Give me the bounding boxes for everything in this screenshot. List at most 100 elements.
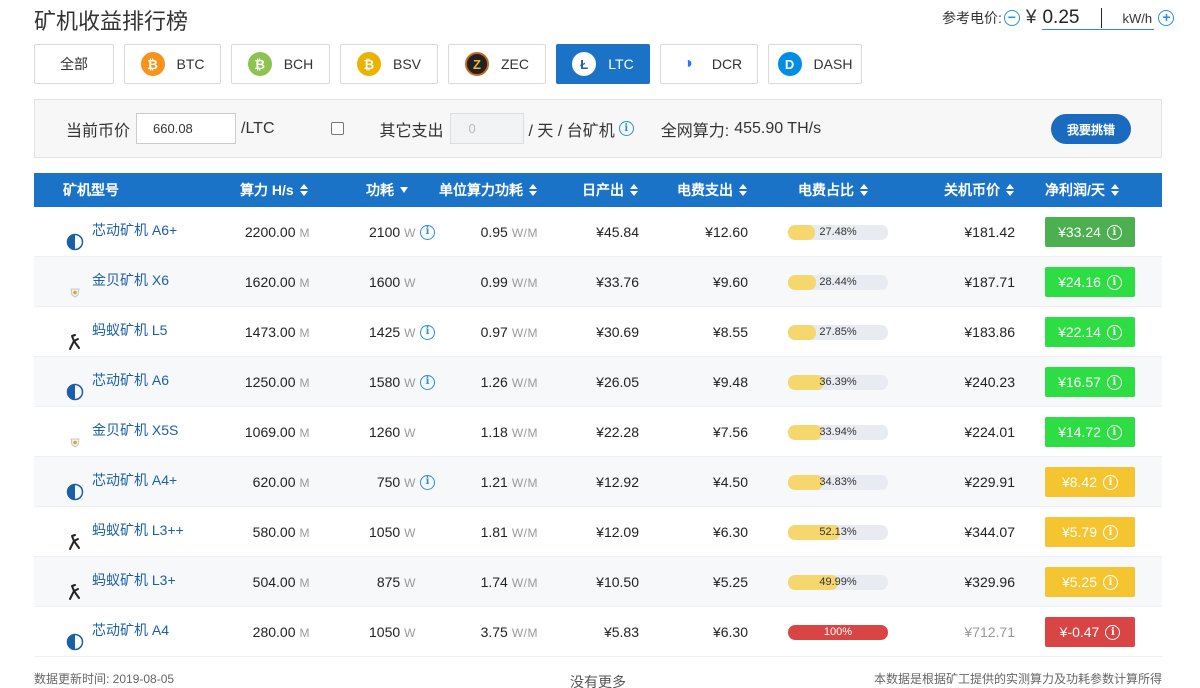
- info-icon[interactable]: i: [420, 474, 435, 490]
- report-error-button[interactable]: 我要挑错: [1051, 114, 1131, 144]
- net-profit-badge[interactable]: ¥-0.47 i: [1045, 617, 1135, 647]
- col-net-profit[interactable]: 净利润/天: [1045, 173, 1119, 207]
- electricity-price-label: 参考电价:: [942, 10, 1002, 26]
- elec-ratio-bar: 49.99%: [788, 575, 888, 590]
- info-icon[interactable]: i: [618, 121, 634, 136]
- net-profit-value: ¥-0.47: [1059, 624, 1100, 640]
- tab-zec[interactable]: Z ZEC: [448, 44, 546, 84]
- info-icon[interactable]: i: [1103, 524, 1119, 540]
- tab-label: 全部: [60, 56, 88, 72]
- elec-ratio-text: 28.44%: [819, 276, 857, 288]
- net-profit-badge[interactable]: ¥22.14 i: [1045, 317, 1135, 347]
- hashrate-cell: 580.00 M: [253, 507, 310, 557]
- efficiency-cell: 1.21 W/M: [481, 457, 538, 507]
- efficiency-cell: 0.97 W/M: [481, 307, 538, 357]
- miner-model-link[interactable]: 金贝矿机 X5S: [66, 407, 178, 453]
- hashrate-value: 1473.00: [244, 324, 296, 340]
- miner-model-name: 金贝矿机 X6: [92, 272, 170, 288]
- table-row: 蚂蚁矿机 L3++ 580.00 M 1050 W 1.81 W/M ¥12.09 ¥6.30 5…: [34, 507, 1162, 557]
- table-header: 矿机型号 算力 H/s 功耗 单位算力功耗 日产出 电费支出 电费占比 关机币价…: [34, 173, 1162, 207]
- other-cost-checkbox[interactable]: [330, 122, 344, 135]
- plus-circle-icon[interactable]: +: [1158, 10, 1175, 26]
- miner-model-link[interactable]: 芯动矿机 A4: [66, 607, 169, 653]
- col-electricity[interactable]: 电费支出: [677, 173, 747, 207]
- elec-ratio-bar: 28.44%: [788, 275, 888, 290]
- filter-bar: 当前币价 660.08 /LTC 其它支出 0 / 天 / 台矿机 i 全网算力…: [34, 99, 1162, 158]
- elec-ratio-text: 36.39%: [819, 376, 857, 388]
- hashrate-cell: 1620.00 M: [245, 257, 310, 307]
- net-profit-value: ¥24.16: [1058, 274, 1101, 290]
- col-hashrate[interactable]: 算力 H/s: [240, 173, 308, 207]
- coin-price-input[interactable]: 660.08: [136, 113, 237, 144]
- info-icon[interactable]: i: [1106, 374, 1122, 390]
- power-cell: 1050 W: [369, 607, 416, 657]
- net-profit-value: ¥16.57: [1058, 374, 1101, 390]
- net-profit-badge[interactable]: ¥5.25 i: [1045, 567, 1135, 597]
- tab-dash[interactable]: D DASH: [768, 44, 862, 84]
- net-profit-badge[interactable]: ¥16.57 i: [1045, 367, 1135, 397]
- elec-ratio-bar: 36.39%: [788, 375, 888, 390]
- efficiency-value: 1.74: [480, 574, 508, 590]
- other-cost-input[interactable]: 0: [449, 113, 524, 144]
- miner-model-link[interactable]: 蚂蚁矿机 L3+: [66, 557, 176, 603]
- tab-label: LTC: [608, 56, 634, 72]
- info-icon[interactable]: i: [420, 224, 435, 240]
- col-daily-output[interactable]: 日产出: [582, 173, 638, 207]
- info-icon[interactable]: i: [1106, 324, 1122, 340]
- minus-circle-icon[interactable]: −: [1003, 10, 1020, 26]
- efficiency-unit: W/M: [511, 526, 538, 540]
- col-elec-ratio[interactable]: 电费占比: [798, 173, 868, 207]
- col-shutdown-price[interactable]: 关机币价: [944, 173, 1014, 207]
- goldshell-logo-icon: [66, 421, 84, 448]
- coin-tabs: 全部 ₿ BTC ₿ BCH ₿ BSV Z ZEC Ł LTC ◑ DCR D DASH: [34, 44, 872, 84]
- elec-ratio-text: 27.85%: [819, 326, 857, 338]
- miner-model-link[interactable]: 金贝矿机 X6: [66, 257, 169, 303]
- net-profit-badge[interactable]: ¥33.24 i: [1045, 217, 1135, 247]
- tab-label: ZEC: [501, 56, 529, 72]
- electricity-fee: ¥9.60: [712, 274, 748, 290]
- miner-model-link[interactable]: 芯动矿机 A6: [66, 357, 169, 403]
- miner-model-link[interactable]: 蚂蚁矿机 L5: [66, 307, 167, 353]
- tab-btc[interactable]: ₿ BTC: [124, 44, 221, 84]
- sort-icon: [529, 184, 537, 197]
- tab-bsv[interactable]: ₿ BSV: [340, 44, 438, 84]
- tab-label: BCH: [283, 56, 314, 72]
- tab-dcr[interactable]: ◑ DCR: [660, 44, 758, 84]
- info-icon[interactable]: i: [420, 324, 435, 340]
- net-profit-badge[interactable]: ¥5.79 i: [1045, 517, 1135, 547]
- hashrate-cell: 620.00 M: [253, 457, 310, 507]
- tab-ltc[interactable]: Ł LTC: [556, 44, 650, 84]
- info-icon[interactable]: i: [1106, 274, 1122, 290]
- info-icon[interactable]: i: [1103, 574, 1119, 590]
- daily-output: ¥5.83: [603, 624, 639, 640]
- tab-bch[interactable]: ₿ BCH: [231, 44, 330, 84]
- miner-model-link[interactable]: 芯动矿机 A6+: [66, 207, 177, 253]
- info-icon[interactable]: i: [1105, 624, 1121, 640]
- info-icon[interactable]: i: [420, 374, 435, 390]
- col-power[interactable]: 功耗: [366, 173, 408, 207]
- net-profit-value: ¥8.42: [1061, 474, 1098, 490]
- net-profit-badge[interactable]: ¥14.72 i: [1045, 417, 1135, 447]
- info-icon[interactable]: i: [1106, 224, 1122, 240]
- canaan-logo-icon: [66, 221, 84, 251]
- net-profit-badge[interactable]: ¥8.42 i: [1045, 467, 1135, 497]
- net-profit-badge[interactable]: ¥24.16 i: [1045, 267, 1135, 297]
- elec-ratio-bar: 100%: [788, 625, 888, 640]
- info-icon[interactable]: i: [1106, 424, 1122, 440]
- miner-model-link[interactable]: 蚂蚁矿机 L3++: [66, 507, 184, 553]
- miner-model-name: 金贝矿机 X5S: [92, 422, 179, 438]
- efficiency-value: 0.97: [480, 324, 508, 340]
- efficiency-cell: 1.18 W/M: [481, 407, 538, 457]
- miner-model-link[interactable]: 芯动矿机 A4+: [66, 457, 177, 503]
- elec-ratio-text: 52.13%: [819, 526, 857, 538]
- efficiency-cell: 0.95 W/M: [481, 207, 538, 257]
- power-unit: W: [404, 426, 416, 440]
- hashrate-value: 1250.00: [244, 374, 296, 390]
- hashrate-unit: M: [299, 626, 310, 640]
- col-efficiency[interactable]: 单位算力功耗: [439, 173, 537, 207]
- info-icon[interactable]: i: [1103, 474, 1119, 490]
- tab-全部[interactable]: 全部: [34, 44, 114, 84]
- power-value: 1260: [369, 424, 401, 440]
- electricity-price-input[interactable]: 0.25 kW/h: [1042, 6, 1155, 30]
- efficiency-unit: W/M: [511, 426, 538, 440]
